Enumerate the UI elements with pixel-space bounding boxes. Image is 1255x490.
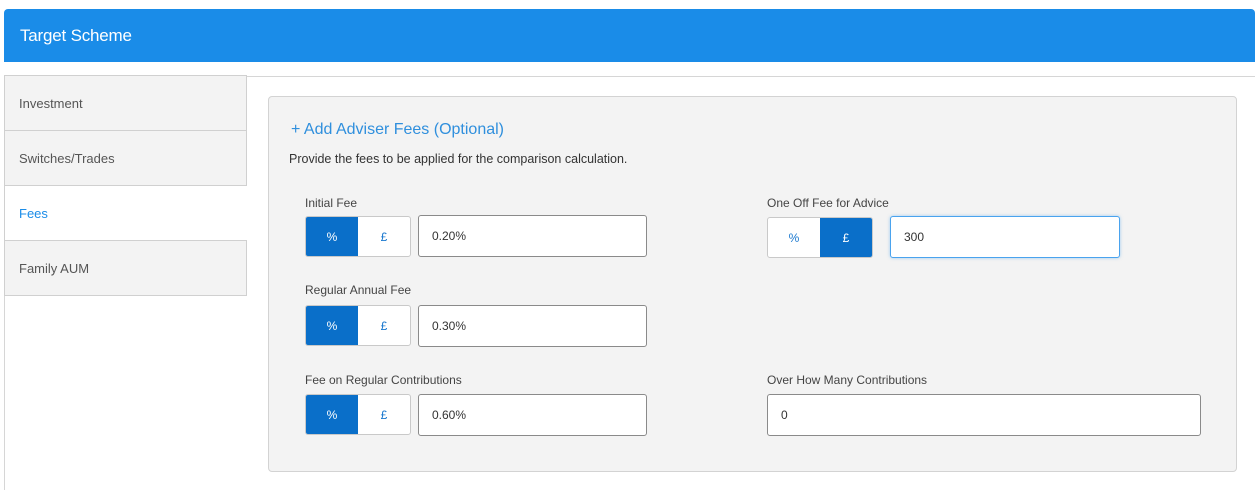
tab-switches-trades[interactable]: Switches/Trades [4, 131, 247, 186]
fee-regular-contributions-pound-option[interactable]: £ [358, 395, 410, 434]
page-title: Target Scheme [20, 26, 132, 45]
one-off-fee-label: One Off Fee for Advice [767, 196, 889, 210]
initial-fee-percent-option[interactable]: % [306, 217, 358, 256]
regular-annual-fee-label: Regular Annual Fee [305, 283, 412, 297]
one-off-fee-unit-toggle[interactable]: % £ [767, 217, 873, 258]
add-adviser-fees-link[interactable]: + Add Adviser Fees (Optional) [291, 121, 504, 139]
tab-family-aum[interactable]: Family AUM [4, 241, 247, 296]
tab-investment[interactable]: Investment [4, 75, 247, 131]
one-off-fee-percent-option[interactable]: % [768, 218, 820, 257]
initial-fee-input[interactable]: 0.20% [418, 215, 647, 257]
page-header: Target Scheme [4, 9, 1255, 62]
initial-fee-unit-toggle[interactable]: % £ [305, 216, 411, 257]
one-off-fee-pound-option[interactable]: £ [820, 218, 872, 257]
fees-panel: + Add Adviser Fees (Optional) Provide th… [268, 96, 1237, 472]
tab-fees[interactable]: Fees [4, 186, 247, 241]
side-tabs: Investment Switches/Trades Fees Family A… [4, 75, 247, 296]
initial-fee-label: Initial Fee [305, 196, 358, 210]
fee-regular-contributions-label: Fee on Regular Contributions [305, 373, 462, 387]
regular-annual-fee-percent-option[interactable]: % [306, 306, 358, 345]
regular-annual-fee-unit-toggle[interactable]: % £ [305, 305, 411, 346]
fee-regular-contributions-unit-toggle[interactable]: % £ [305, 394, 411, 435]
regular-annual-fee-input[interactable]: 0.30% [418, 305, 647, 347]
fee-regular-contributions-input[interactable]: 0.60% [418, 394, 647, 436]
fee-regular-contributions-percent-option[interactable]: % [306, 395, 358, 434]
initial-fee-pound-option[interactable]: £ [358, 217, 410, 256]
regular-annual-fee-pound-option[interactable]: £ [358, 306, 410, 345]
over-how-many-input[interactable]: 0 [767, 394, 1201, 436]
fees-description: Provide the fees to be applied for the c… [289, 152, 628, 166]
over-how-many-label: Over How Many Contributions [767, 373, 928, 387]
one-off-fee-input[interactable]: 300 [890, 216, 1120, 258]
